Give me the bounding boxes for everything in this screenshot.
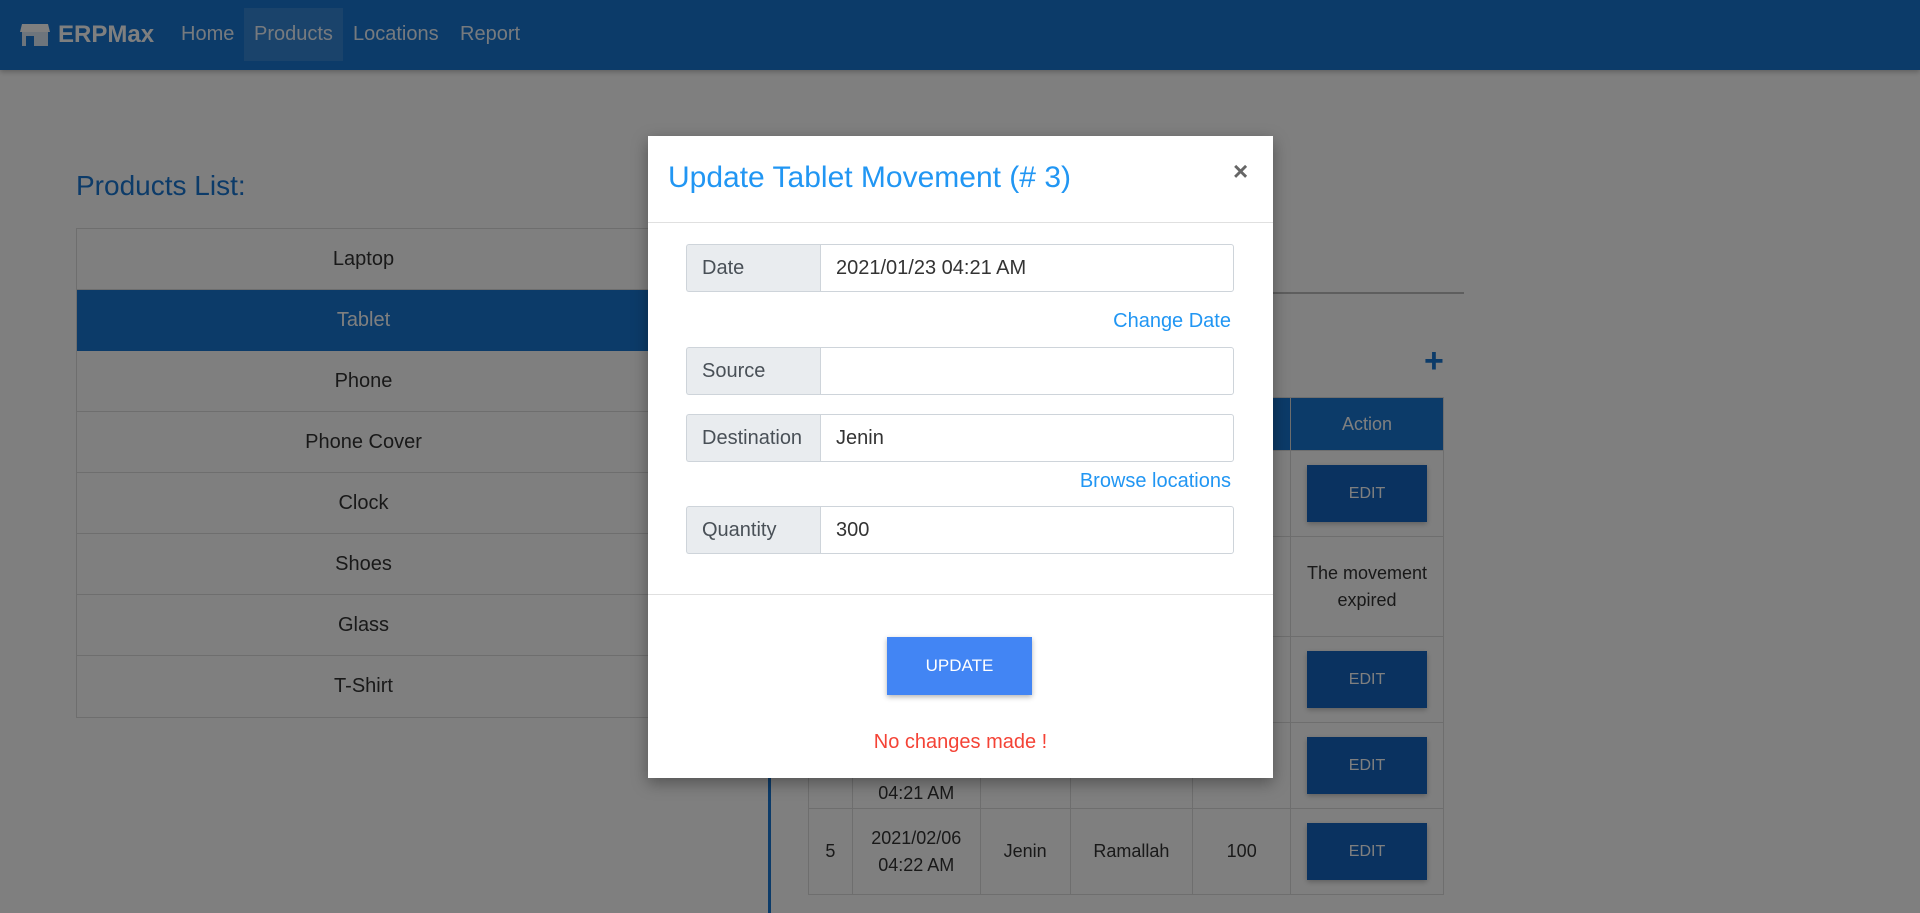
date-label: Date	[686, 244, 820, 292]
modal-header-divider	[648, 222, 1273, 223]
date-field: Date 2021/01/23 04:21 AM	[686, 244, 1234, 292]
close-icon[interactable]: ×	[1233, 156, 1248, 186]
update-button[interactable]: UPDATE	[887, 637, 1032, 695]
source-input[interactable]	[820, 347, 1234, 395]
quantity-input[interactable]: 300	[820, 506, 1234, 554]
modal-title: Update Tablet Movement (# 3)	[668, 161, 1071, 194]
destination-input[interactable]: Jenin	[820, 414, 1234, 462]
browse-locations-link[interactable]: Browse locations	[1080, 470, 1231, 493]
destination-field: Destination Jenin	[686, 414, 1234, 462]
modal-footer-divider	[648, 594, 1273, 595]
source-field: Source	[686, 347, 1234, 395]
quantity-label: Quantity	[686, 506, 820, 554]
date-input[interactable]: 2021/01/23 04:21 AM	[820, 244, 1234, 292]
update-movement-modal: Update Tablet Movement (# 3) × Date 2021…	[648, 136, 1273, 778]
destination-label: Destination	[686, 414, 820, 462]
change-date-link[interactable]: Change Date	[1113, 310, 1231, 333]
status-message: No changes made !	[873, 731, 1048, 753]
source-label: Source	[686, 347, 820, 395]
quantity-field: Quantity 300	[686, 506, 1234, 554]
